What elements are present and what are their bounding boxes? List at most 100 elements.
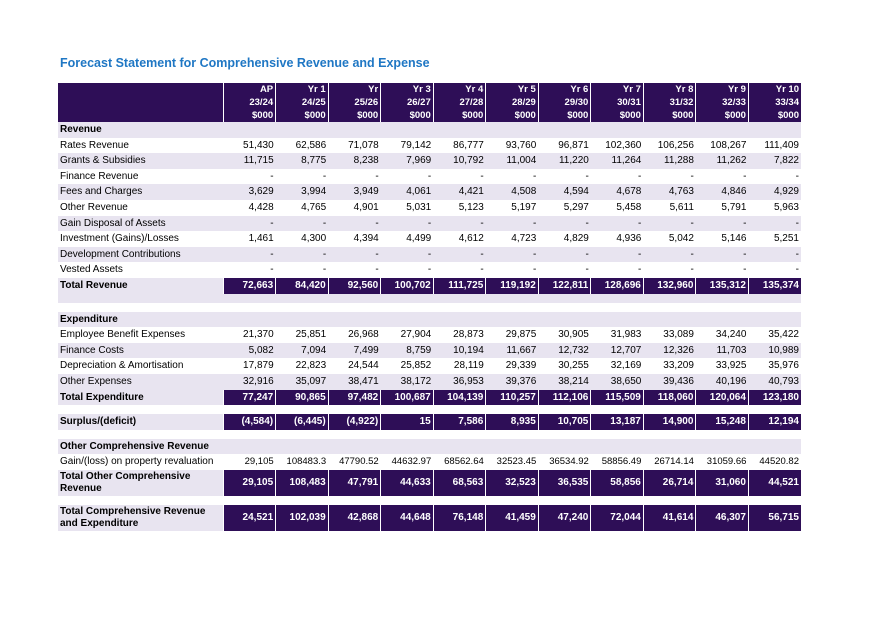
header-cell: $000 [222, 109, 276, 122]
value-cell: 5,297 [538, 199, 591, 216]
header-cell: $000 [590, 109, 644, 122]
value-cell: 32,916 [223, 373, 276, 390]
value-cell: 51,430 [223, 137, 276, 154]
header-cell: 25/26 [327, 96, 381, 109]
value-cell: 112,106 [537, 389, 591, 406]
value-cell: 27,904 [380, 327, 434, 343]
empty-cell [748, 122, 801, 138]
value-cell: 40,793 [748, 373, 801, 390]
value-cell: 44632.97 [380, 454, 434, 470]
empty-cell [643, 438, 696, 455]
value-cell: 10,989 [748, 342, 801, 359]
row-label: Grants & Subsidies [58, 153, 224, 169]
value-cell: 26,714 [642, 469, 696, 496]
value-cell: - [485, 246, 539, 263]
header-label-cell [58, 83, 224, 96]
value-cell: 11,264 [590, 153, 644, 169]
value-cell: 72,044 [590, 504, 644, 531]
row-surplus: Surplus/(deficit) (4,584) (6,445) (4,922) 15… [58, 414, 801, 430]
row-investment: Investment (Gains)/Losses 1,461 4,300 4,394… [58, 231, 801, 247]
row-total_revenue: Total Revenue 72,663 84,420 92,560 100,702 11… [58, 277, 801, 294]
empty-cell [590, 438, 644, 455]
value-cell: 4,421 [433, 184, 486, 200]
value-cell: 38,214 [538, 373, 591, 390]
value-cell: 128,696 [590, 277, 644, 294]
value-cell: 90,865 [275, 389, 329, 406]
value-cell: - [380, 262, 434, 278]
value-cell: - [538, 246, 591, 263]
value-cell: 5,197 [485, 199, 539, 216]
value-cell: 108483.3 [275, 454, 329, 470]
value-cell: - [643, 168, 696, 185]
empty-cell [380, 122, 434, 138]
value-cell: 12,732 [538, 342, 591, 359]
row-total_expenditure: Total Expenditure 77,247 90,865 97,482 100,6… [58, 389, 801, 406]
header-cell: 32/33 [695, 96, 749, 109]
header-cell: Yr 9 [695, 83, 749, 96]
value-cell: 26714.14 [643, 454, 696, 470]
value-cell: 71,078 [328, 137, 381, 154]
value-cell: (6,445) [275, 414, 329, 430]
value-cell: 12,194 [747, 414, 801, 430]
value-cell: 25,852 [380, 358, 434, 374]
value-cell: 4,723 [485, 231, 539, 247]
value-cell: - [695, 246, 749, 263]
empty-cell [748, 438, 801, 455]
value-cell: - [433, 215, 486, 232]
row-label: Surplus/(deficit) [58, 414, 224, 430]
header-cell: $000 [275, 109, 329, 122]
value-cell: 5,042 [643, 231, 696, 247]
header-cell: 28/29 [485, 96, 539, 109]
value-cell: 97,482 [327, 389, 381, 406]
value-cell: 39,436 [643, 373, 696, 390]
empty-cell [590, 122, 644, 138]
value-cell: 3,949 [328, 184, 381, 200]
value-cell: 13,187 [590, 414, 644, 430]
value-cell: 110,257 [485, 389, 539, 406]
value-cell: - [643, 215, 696, 232]
header-cell: 30/31 [590, 96, 644, 109]
value-cell: 5,123 [433, 199, 486, 216]
empty-cell [590, 311, 644, 328]
row-label: Total Other Comprehensive Revenue [58, 469, 224, 496]
value-cell: 40,196 [695, 373, 749, 390]
empty-cell [748, 311, 801, 328]
header-cell: 27/28 [432, 96, 486, 109]
value-cell: 41,614 [642, 504, 696, 531]
value-cell: - [275, 246, 329, 263]
value-cell: 58,856 [590, 469, 644, 496]
value-cell: 119,192 [485, 277, 539, 294]
value-cell: 11,004 [485, 153, 539, 169]
value-cell: 8,759 [380, 342, 434, 359]
value-cell: 4,612 [433, 231, 486, 247]
value-cell: 108,483 [275, 469, 329, 496]
spacer-row [58, 302, 801, 312]
page-title: Forecast Statement for Comprehensive Rev… [60, 56, 430, 70]
header-cell: 24/25 [275, 96, 329, 109]
value-cell: 35,422 [748, 327, 801, 343]
value-cell: 56,715 [747, 504, 801, 531]
value-cell: 4,936 [590, 231, 644, 247]
value-cell: (4,584) [222, 414, 276, 430]
empty-cell [695, 122, 749, 138]
row-vested: Vested Assets - - - - - - - - - - - [58, 262, 801, 278]
value-cell: 118,060 [642, 389, 696, 406]
row-label: Vested Assets [58, 262, 224, 278]
value-cell: 11,262 [695, 153, 749, 169]
value-cell: 47,240 [537, 504, 591, 531]
value-cell: 32,523 [485, 469, 539, 496]
value-cell: - [275, 262, 329, 278]
header-cell: $000 [327, 109, 381, 122]
header-cell: 31/32 [642, 96, 696, 109]
header-cell: Yr 7 [590, 83, 644, 96]
value-cell: - [643, 262, 696, 278]
value-cell: 46,307 [695, 504, 749, 531]
empty-cell [380, 438, 434, 455]
header-cell: $000 [432, 109, 486, 122]
value-cell: 5,963 [748, 199, 801, 216]
value-cell: 68562.64 [433, 454, 486, 470]
value-cell: 5,251 [748, 231, 801, 247]
value-cell: - [433, 168, 486, 185]
value-cell: 35,976 [748, 358, 801, 374]
row-label: Gain Disposal of Assets [58, 215, 224, 232]
